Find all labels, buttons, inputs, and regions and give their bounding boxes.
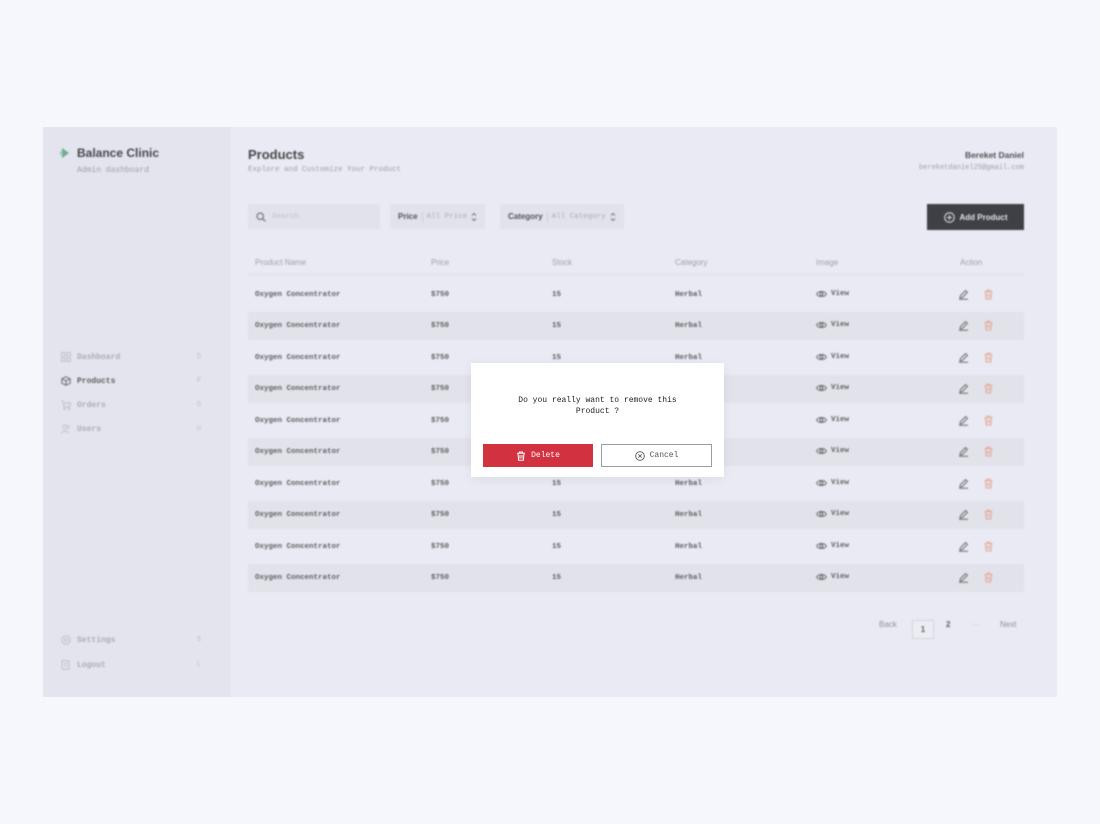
trash-icon (517, 451, 526, 461)
cancel-button[interactable]: Cancel (601, 444, 712, 467)
delete-label: Delete (531, 451, 560, 460)
cancel-label: Cancel (649, 451, 679, 460)
delete-button[interactable]: Delete (483, 444, 593, 467)
close-circle-icon (634, 450, 645, 461)
modal-message: Do you really want to remove this Produc… (518, 396, 677, 416)
delete-confirm-modal: Do you really want to remove this Produc… (471, 363, 724, 477)
